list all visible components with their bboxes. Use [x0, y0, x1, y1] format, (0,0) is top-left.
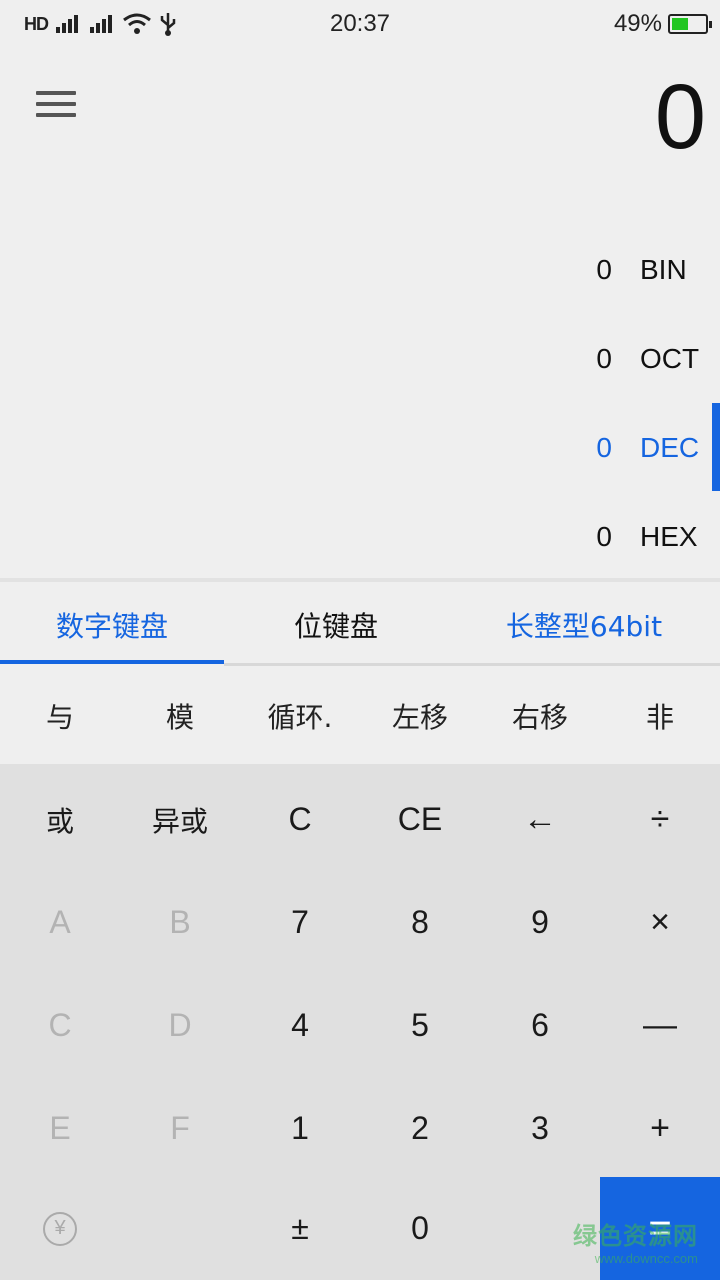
yen-icon: ¥	[43, 1211, 77, 1246]
key-8[interactable]: 8	[360, 871, 480, 974]
shift-left-button[interactable]: 左移	[360, 668, 480, 764]
keypad-row-5: ¥ ± 0 =	[0, 1177, 720, 1280]
keyboard-tab-bar: 数字键盘 位键盘 长整型64bit	[0, 578, 720, 668]
blank-key-2	[480, 1177, 600, 1280]
blank-key	[120, 1177, 240, 1280]
key-3[interactable]: 3	[480, 1077, 600, 1180]
and-button[interactable]: 与	[0, 668, 120, 764]
mod-button[interactable]: 模	[120, 668, 240, 764]
tab-numeric-keyboard[interactable]: 数字键盘	[0, 582, 224, 668]
keypad: 或 异或 C CE ← ÷ A B 7 8 9 × C D 4 5 6 — E …	[0, 764, 720, 1280]
divide-button[interactable]: ÷	[600, 768, 720, 871]
backspace-button[interactable]: ←	[480, 768, 600, 871]
battery-icon	[668, 14, 712, 34]
key-e[interactable]: E	[0, 1077, 120, 1180]
key-c[interactable]: C	[0, 974, 120, 1077]
base-row-dec[interactable]: 0 DEC	[476, 418, 700, 478]
key-d[interactable]: D	[120, 974, 240, 1077]
not-button[interactable]: 非	[600, 668, 720, 764]
clear-entry-button[interactable]: CE	[360, 768, 480, 871]
add-button[interactable]: +	[600, 1077, 720, 1180]
key-4[interactable]: 4	[240, 974, 360, 1077]
hamburger-menu-icon[interactable]	[36, 88, 76, 120]
keypad-row-3: C D 4 5 6 —	[0, 974, 720, 1077]
base-row-bin[interactable]: 0 BIN	[476, 240, 696, 300]
base-row-hex[interactable]: 0 HEX	[476, 507, 698, 567]
active-base-indicator	[712, 403, 720, 491]
status-time: 20:37	[329, 10, 391, 37]
or-button[interactable]: 或	[0, 768, 120, 871]
bit-operation-row: 与 模 循环. 左移 右移 非	[0, 668, 720, 764]
key-6[interactable]: 6	[480, 974, 600, 1077]
status-right: 49%	[613, 10, 712, 38]
multiply-button[interactable]: ×	[600, 871, 720, 974]
rotate-button[interactable]: 循环.	[240, 668, 360, 764]
tab-divider	[224, 663, 720, 666]
sign-toggle-button[interactable]: ±	[240, 1177, 360, 1280]
oct-label: OCT	[640, 343, 700, 374]
result-display: 0	[654, 66, 706, 168]
tab-bit-keyboard[interactable]: 位键盘	[224, 582, 448, 668]
keypad-row-4: E F 1 2 3 +	[0, 1077, 720, 1180]
shift-right-button[interactable]: 右移	[480, 668, 600, 764]
clear-button[interactable]: C	[240, 768, 360, 871]
keypad-row-1: 或 异或 C CE ← ÷	[0, 768, 720, 871]
key-0[interactable]: 0	[360, 1177, 480, 1280]
battery-level-fill	[672, 18, 688, 30]
xor-button[interactable]: 异或	[120, 768, 240, 871]
status-bar: HD 20:37 49%	[0, 0, 720, 48]
battery-percent: 49%	[613, 10, 662, 37]
key-1[interactable]: 1	[240, 1077, 360, 1180]
key-7[interactable]: 7	[240, 871, 360, 974]
currency-button[interactable]: ¥	[0, 1177, 120, 1280]
key-f[interactable]: F	[120, 1077, 240, 1180]
hex-value: 0	[596, 521, 612, 552]
equals-button[interactable]: =	[600, 1177, 720, 1280]
hex-label: HEX	[640, 521, 698, 552]
base-row-oct[interactable]: 0 OCT	[476, 329, 700, 389]
dec-value: 0	[596, 432, 612, 463]
subtract-button[interactable]: —	[600, 974, 720, 1077]
key-2[interactable]: 2	[360, 1077, 480, 1180]
oct-value: 0	[596, 343, 612, 374]
bin-value: 0	[596, 254, 612, 285]
tab-integer-type[interactable]: 长整型64bit	[448, 582, 720, 668]
bin-label: BIN	[640, 254, 687, 285]
key-5[interactable]: 5	[360, 974, 480, 1077]
key-9[interactable]: 9	[480, 871, 600, 974]
key-b[interactable]: B	[120, 871, 240, 974]
dec-label: DEC	[640, 432, 700, 463]
keypad-row-2: A B 7 8 9 ×	[0, 871, 720, 974]
tab-active-underline	[0, 660, 224, 664]
key-a[interactable]: A	[0, 871, 120, 974]
